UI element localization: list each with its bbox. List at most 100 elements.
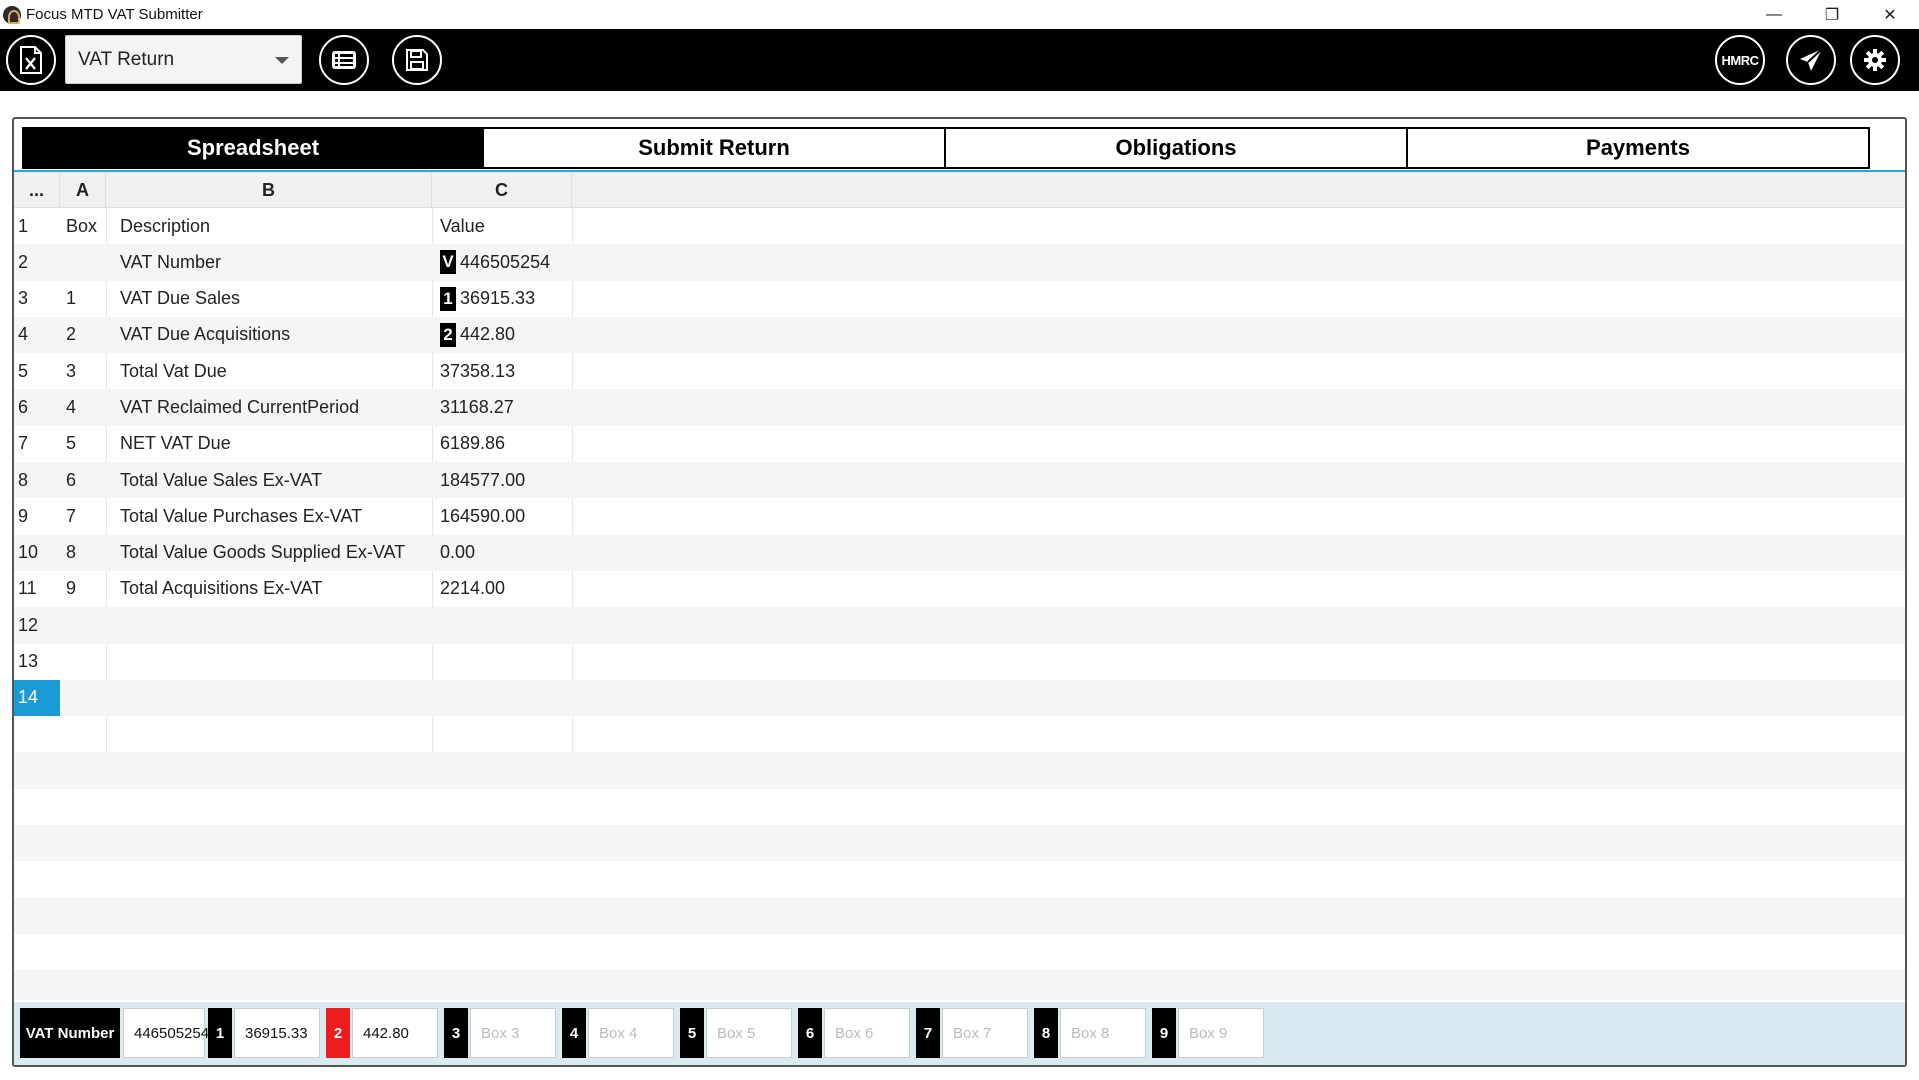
cell-c[interactable]: V 446505254 [436,244,576,280]
cell-b[interactable]: VAT Number [120,244,440,280]
cell-a[interactable]: Box [66,208,106,244]
table-row-empty[interactable] [14,752,1905,789]
hmrc-button[interactable]: HMRC [1715,35,1765,85]
cell-c[interactable] [436,644,576,680]
cell-b[interactable]: VAT Due Acquisitions [120,317,440,353]
row-number[interactable]: 13 [14,644,60,680]
tab-spreadsheet[interactable]: Spreadsheet [22,127,484,169]
row-number[interactable]: 14 [14,679,60,716]
cell-a[interactable]: 8 [66,535,106,571]
row-number[interactable]: 6 [14,389,60,425]
table-row[interactable]: 12 [14,607,1905,644]
table-row-empty[interactable] [14,825,1905,862]
cell-a[interactable]: 7 [66,498,106,534]
cell-c[interactable]: Value [436,208,576,244]
cell-c[interactable]: 184577.00 [436,462,576,498]
row-number[interactable]: 10 [14,535,60,571]
column-header-corner[interactable]: ... [14,172,60,208]
cell-c[interactable]: 6189.86 [436,426,576,462]
row-number[interactable]: 3 [14,281,60,317]
minimize-button[interactable]: — [1745,0,1803,29]
tab-payments[interactable]: Payments [1408,127,1870,169]
cell-a[interactable]: 2 [66,317,106,353]
table-row-empty[interactable] [14,861,1905,897]
cell-c[interactable]: 164590.00 [436,498,576,534]
cell-a[interactable] [66,644,106,680]
excel-file-button[interactable] [6,35,56,85]
cell-c[interactable] [436,680,576,716]
cell-b[interactable]: Description [120,208,440,244]
box-1-field[interactable]: 36915.33 [234,1008,320,1058]
table-row[interactable]: 13 [14,644,1905,680]
row-number[interactable]: 5 [14,353,60,389]
spreadsheet-grid[interactable]: ... A B C 1 Box Description Value 2 VAT Numbe… [14,170,1905,1000]
table-row[interactable]: 2 VAT Number V 446505254 [14,244,1905,281]
row-number[interactable]: 7 [14,426,60,462]
box-9-field[interactable]: Box 9 [1178,1008,1264,1058]
cell-b[interactable] [120,680,440,716]
cell-a[interactable] [66,244,106,280]
table-row[interactable]: 8 6 Total Value Sales Ex-VAT 184577.00 [14,462,1905,499]
table-row[interactable]: 14 [14,679,1905,717]
box-5-field[interactable]: Box 5 [706,1008,792,1058]
cell-b[interactable]: NET VAT Due [120,426,440,462]
table-row-empty[interactable] [14,716,1905,752]
cell-c[interactable]: 37358.13 [436,353,576,389]
cell-b[interactable]: Total Value Purchases Ex-VAT [120,498,440,534]
box-3-field[interactable]: Box 3 [470,1008,556,1058]
row-number[interactable]: 4 [14,317,60,353]
column-header-c[interactable]: C [432,172,572,208]
row-number[interactable]: 1 [14,208,60,244]
box-2-field[interactable]: 442.80 [352,1008,438,1058]
table-row[interactable]: 7 5 NET VAT Due 6189.86 [14,426,1905,462]
cell-a[interactable]: 1 [66,281,106,317]
column-header-a[interactable]: A [60,172,106,208]
cell-c[interactable]: 31168.27 [436,389,576,425]
cell-a[interactable] [66,680,106,716]
table-row[interactable]: 10 8 Total Value Goods Supplied Ex-VAT 0.00 [14,534,1905,571]
table-row-empty[interactable] [14,970,1905,1000]
row-number[interactable]: 12 [14,607,60,643]
document-type-select[interactable]: VAT Return [65,35,302,84]
cell-a[interactable]: 3 [66,353,106,389]
save-button[interactable] [392,35,442,85]
restore-button[interactable]: ❐ [1803,0,1861,29]
table-row[interactable]: 4 2 VAT Due Acquisitions 2 442.80 [14,316,1905,354]
cell-c[interactable]: 1 36915.33 [436,281,576,317]
table-row-empty[interactable] [14,789,1905,825]
tab-submit-return[interactable]: Submit Return [484,127,946,169]
cell-b[interactable]: VAT Due Sales [120,281,440,317]
tab-obligations[interactable]: Obligations [946,127,1408,169]
list-button[interactable] [319,35,369,85]
cell-b[interactable]: VAT Reclaimed CurrentPeriod [120,389,440,425]
box-7-field[interactable]: Box 7 [942,1008,1028,1058]
vat-number-field[interactable]: 446505254 [123,1008,209,1058]
table-row[interactable]: 3 1 VAT Due Sales 1 36915.33 [14,281,1905,317]
table-row[interactable]: 9 7 Total Value Purchases Ex-VAT 164590.00 [14,498,1905,534]
row-number[interactable]: 11 [14,571,60,607]
cell-c[interactable]: 2214.00 [436,571,576,607]
row-number[interactable]: 2 [14,244,60,280]
cell-a[interactable]: 4 [66,389,106,425]
row-number[interactable]: 8 [14,462,60,498]
row-number[interactable]: 9 [14,498,60,534]
cell-b[interactable]: Total Value Sales Ex-VAT [120,462,440,498]
close-button[interactable]: ✕ [1861,0,1919,29]
table-row[interactable]: 1 Box Description Value [14,208,1905,244]
cell-b[interactable] [120,644,440,680]
cell-b[interactable]: Total Acquisitions Ex-VAT [120,571,440,607]
send-button[interactable] [1786,35,1836,85]
table-row-empty[interactable] [14,934,1905,970]
table-row[interactable]: 5 3 Total Vat Due 37358.13 [14,353,1905,389]
cell-c[interactable] [436,607,576,643]
cell-a[interactable]: 9 [66,571,106,607]
cell-c[interactable]: 2 442.80 [436,317,576,353]
cell-a[interactable] [66,607,106,643]
cell-b[interactable] [120,607,440,643]
settings-button[interactable] [1850,35,1900,85]
box-4-field[interactable]: Box 4 [588,1008,674,1058]
table-row[interactable]: 11 9 Total Acquisitions Ex-VAT 2214.00 [14,571,1905,607]
cell-b[interactable]: Total Vat Due [120,353,440,389]
cell-c[interactable]: 0.00 [436,535,576,571]
table-row-empty[interactable] [14,897,1905,934]
